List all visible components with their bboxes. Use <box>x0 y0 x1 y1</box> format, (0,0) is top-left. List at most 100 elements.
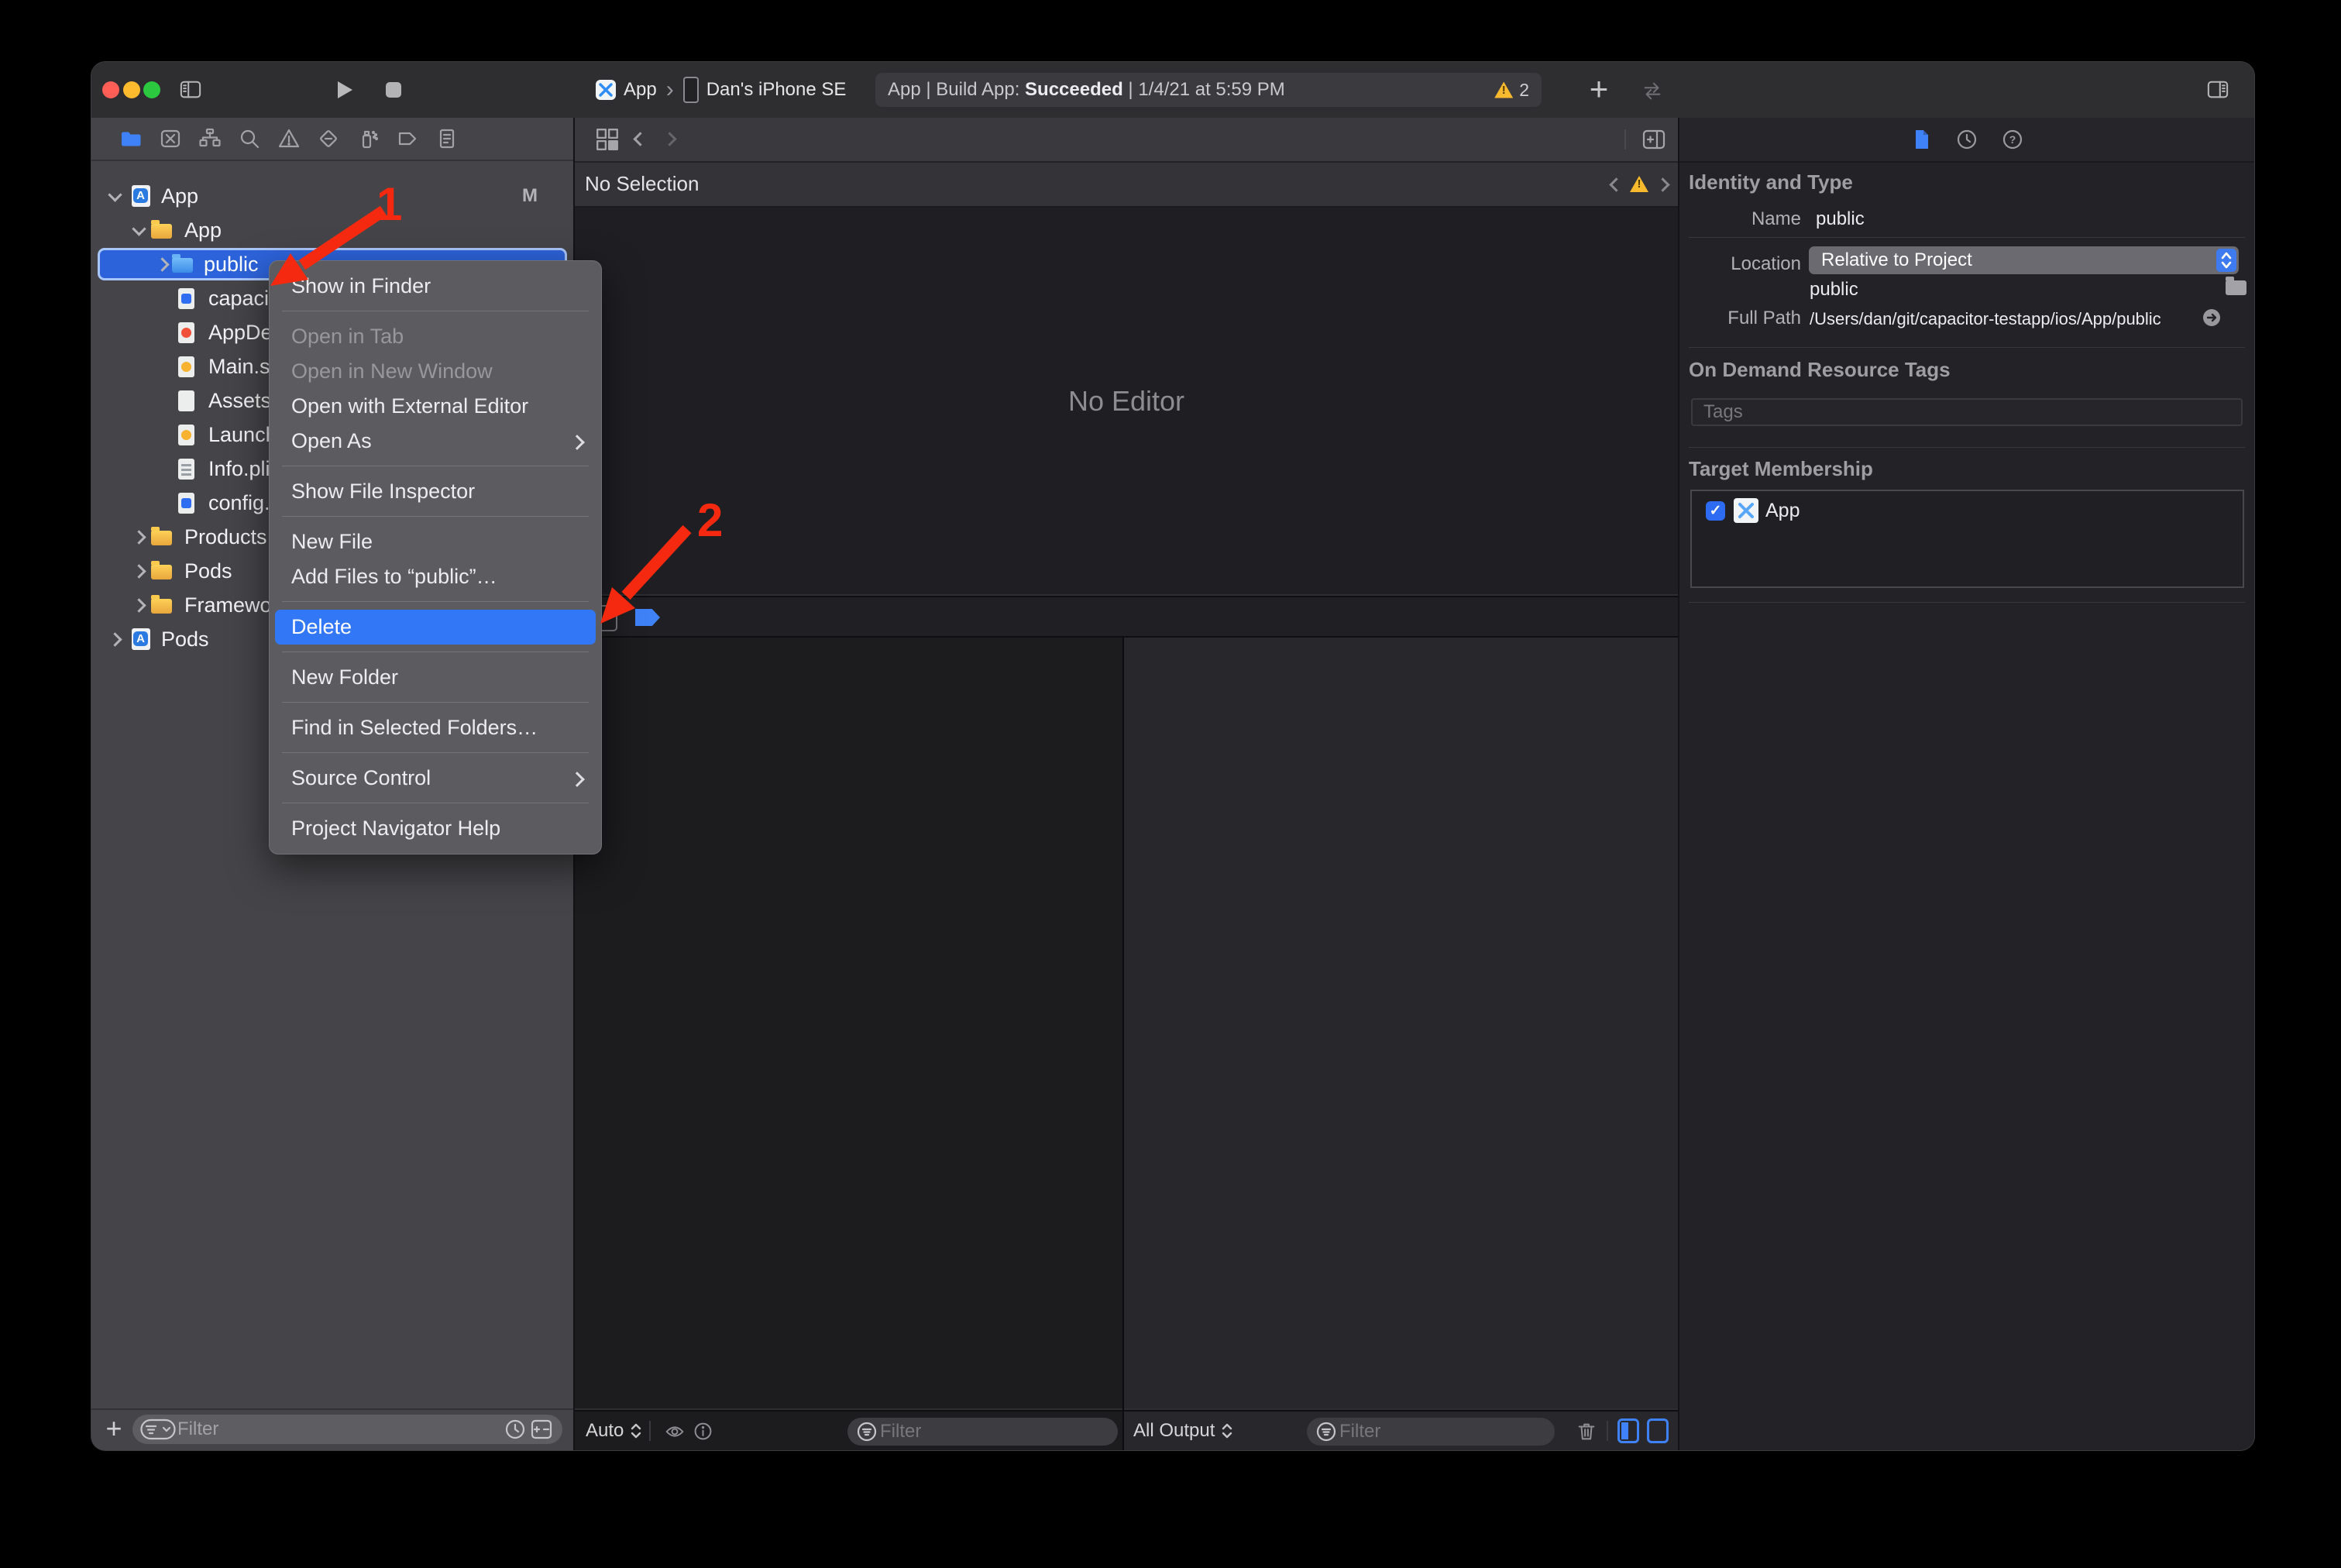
svg-text:?: ? <box>2009 133 2016 146</box>
console-filter-input[interactable] <box>1338 1420 1555 1443</box>
inspector-tab-history-inspector[interactable] <box>1955 128 1978 151</box>
menu-item-show-in-finder[interactable]: Show in Finder <box>270 269 601 304</box>
inspector-tab-quick-help-inspector[interactable]: ? <box>2001 128 2024 151</box>
navigator-tab-strip <box>91 118 573 161</box>
menu-item-open-as[interactable]: Open As <box>270 424 601 459</box>
xml-file-icon <box>178 493 194 514</box>
toggle-navigator-button[interactable] <box>178 79 203 101</box>
run-button[interactable] <box>338 81 352 98</box>
navigator-filter-input[interactable] <box>176 1418 504 1441</box>
next-issue-button[interactable] <box>1655 177 1669 191</box>
xcode-project-icon <box>596 80 616 100</box>
debug-split-divider[interactable] <box>1122 638 1124 1450</box>
disclosure-closed-icon[interactable] <box>132 564 146 578</box>
console-scope-selector[interactable]: All Output <box>1133 1412 1233 1450</box>
previous-issue-button[interactable] <box>1609 177 1623 191</box>
menu-item-find-in-selected-folders[interactable]: Find in Selected Folders… <box>270 710 601 745</box>
issue-warning-icon[interactable] <box>1630 176 1648 192</box>
navigator-tab-symbols[interactable] <box>198 127 222 150</box>
navigator-tab-project[interactable] <box>119 127 143 150</box>
full-path-label: Full Path <box>1679 308 1801 329</box>
warning-count-badge[interactable]: 2 <box>1494 73 1529 107</box>
filter-menu-icon[interactable] <box>140 1418 176 1441</box>
menu-item-add-files-to-public[interactable]: Add Files to “public”… <box>270 559 601 594</box>
console-view[interactable] <box>1124 638 1678 1408</box>
menu-item-delete[interactable]: Delete <box>275 610 596 645</box>
disclosure-open-icon[interactable] <box>108 187 122 201</box>
back-button[interactable] <box>633 132 647 146</box>
zoom-window-button[interactable] <box>143 81 160 98</box>
variables-filter-field[interactable] <box>847 1418 1118 1446</box>
close-window-button[interactable] <box>102 81 119 98</box>
navigator-tab-debug[interactable] <box>356 127 380 150</box>
xcode-window: App › Dan's iPhone SE App | Build App: S… <box>91 62 2254 1450</box>
menu-item-project-navigator-help[interactable]: Project Navigator Help <box>270 811 601 846</box>
name-label: Name <box>1679 208 1801 230</box>
navigator-filter-field[interactable] <box>132 1415 562 1444</box>
tree-item-app[interactable]: App <box>91 213 573 247</box>
inspector-tab-file-inspector[interactable] <box>1910 128 1933 151</box>
target-membership-section-header: Target Membership <box>1689 457 1873 481</box>
breakpoints-toggle-icon[interactable] <box>635 609 660 626</box>
variables-filter-input[interactable] <box>878 1420 1118 1443</box>
tree-item-app[interactable]: AppM <box>91 179 573 213</box>
menu-item-show-file-inspector[interactable]: Show File Inspector <box>270 474 601 509</box>
disclosure-closed-icon[interactable] <box>132 530 146 544</box>
disclosure-closed-icon[interactable] <box>108 632 122 646</box>
related-items-button[interactable] <box>595 127 620 152</box>
target-checkbox[interactable]: ✓ <box>1706 501 1725 521</box>
show-console-view-button[interactable] <box>1647 1418 1669 1443</box>
build-status-text: App | Build App: Succeeded | 1/4/21 at 5… <box>888 73 1285 107</box>
target-name: App <box>1765 491 1800 530</box>
location-dropdown[interactable]: Relative to Project <box>1809 246 2239 274</box>
resource-tags-input[interactable] <box>1702 401 2232 424</box>
recent-files-filter-icon[interactable] <box>504 1418 527 1441</box>
navigator-tab-reports[interactable] <box>435 127 459 150</box>
disclosure-closed-icon[interactable] <box>132 598 146 612</box>
navigator-tab-issues[interactable] <box>277 127 301 150</box>
choose-folder-icon[interactable] <box>2226 280 2246 295</box>
variables-view-bar: Auto <box>575 1410 1122 1450</box>
code-review-button[interactable] <box>1640 80 1665 101</box>
activity-status-bar[interactable]: App | Build App: Succeeded | 1/4/21 at 5… <box>875 73 1542 107</box>
toggle-inspector-button[interactable] <box>2205 79 2231 101</box>
navigator-tab-breakpoints[interactable] <box>396 127 419 150</box>
open-path-arrow-button[interactable] <box>2202 308 2221 327</box>
storyboard-file-icon <box>178 425 194 445</box>
console-scope-label: All Output <box>1133 1420 1215 1442</box>
minimize-window-button[interactable] <box>123 81 140 98</box>
add-tab-button[interactable]: + <box>1580 71 1617 108</box>
print-description-button[interactable] <box>693 1421 713 1442</box>
disclosure-open-icon[interactable] <box>132 222 146 236</box>
submenu-arrow-icon <box>569 435 585 450</box>
add-editor-button[interactable] <box>1641 128 1667 151</box>
scheme-selector[interactable]: App › Dan's iPhone SE <box>596 62 846 118</box>
stepper-icon <box>630 1422 642 1440</box>
quicklook-button[interactable] <box>663 1422 686 1442</box>
add-file-button[interactable]: + <box>102 1410 125 1449</box>
menu-item-source-control[interactable]: Source Control <box>270 761 601 796</box>
tab-bar-divider <box>1624 129 1626 150</box>
variables-scope-selector[interactable]: Auto <box>586 1412 642 1450</box>
source-control-status-filter-icon[interactable] <box>530 1418 553 1441</box>
navigator-tab-source-control[interactable] <box>159 127 182 150</box>
menu-item-open-with-external-editor[interactable]: Open with External Editor <box>270 389 601 424</box>
menu-separator <box>282 601 589 602</box>
forward-button[interactable] <box>662 132 676 146</box>
navigator-tab-tests[interactable] <box>317 127 340 150</box>
location-folder-value: public <box>1810 279 1858 301</box>
folder-icon <box>151 224 172 239</box>
console-filter-field[interactable] <box>1307 1418 1555 1446</box>
menu-item-new-folder[interactable]: New Folder <box>270 660 601 695</box>
show-variables-view-button[interactable] <box>1617 1418 1639 1443</box>
stop-button[interactable] <box>386 82 401 98</box>
location-label: Location <box>1679 253 1801 275</box>
resource-tags-field[interactable] <box>1691 398 2243 426</box>
swift-file-icon <box>178 322 194 343</box>
menu-item-new-file[interactable]: New File <box>270 524 601 559</box>
name-value[interactable]: public <box>1816 208 1865 230</box>
filter-icon <box>855 1420 878 1443</box>
stepper-icon <box>1221 1422 1233 1440</box>
navigator-tab-find[interactable] <box>238 127 261 150</box>
clear-console-button[interactable] <box>1576 1420 1597 1443</box>
